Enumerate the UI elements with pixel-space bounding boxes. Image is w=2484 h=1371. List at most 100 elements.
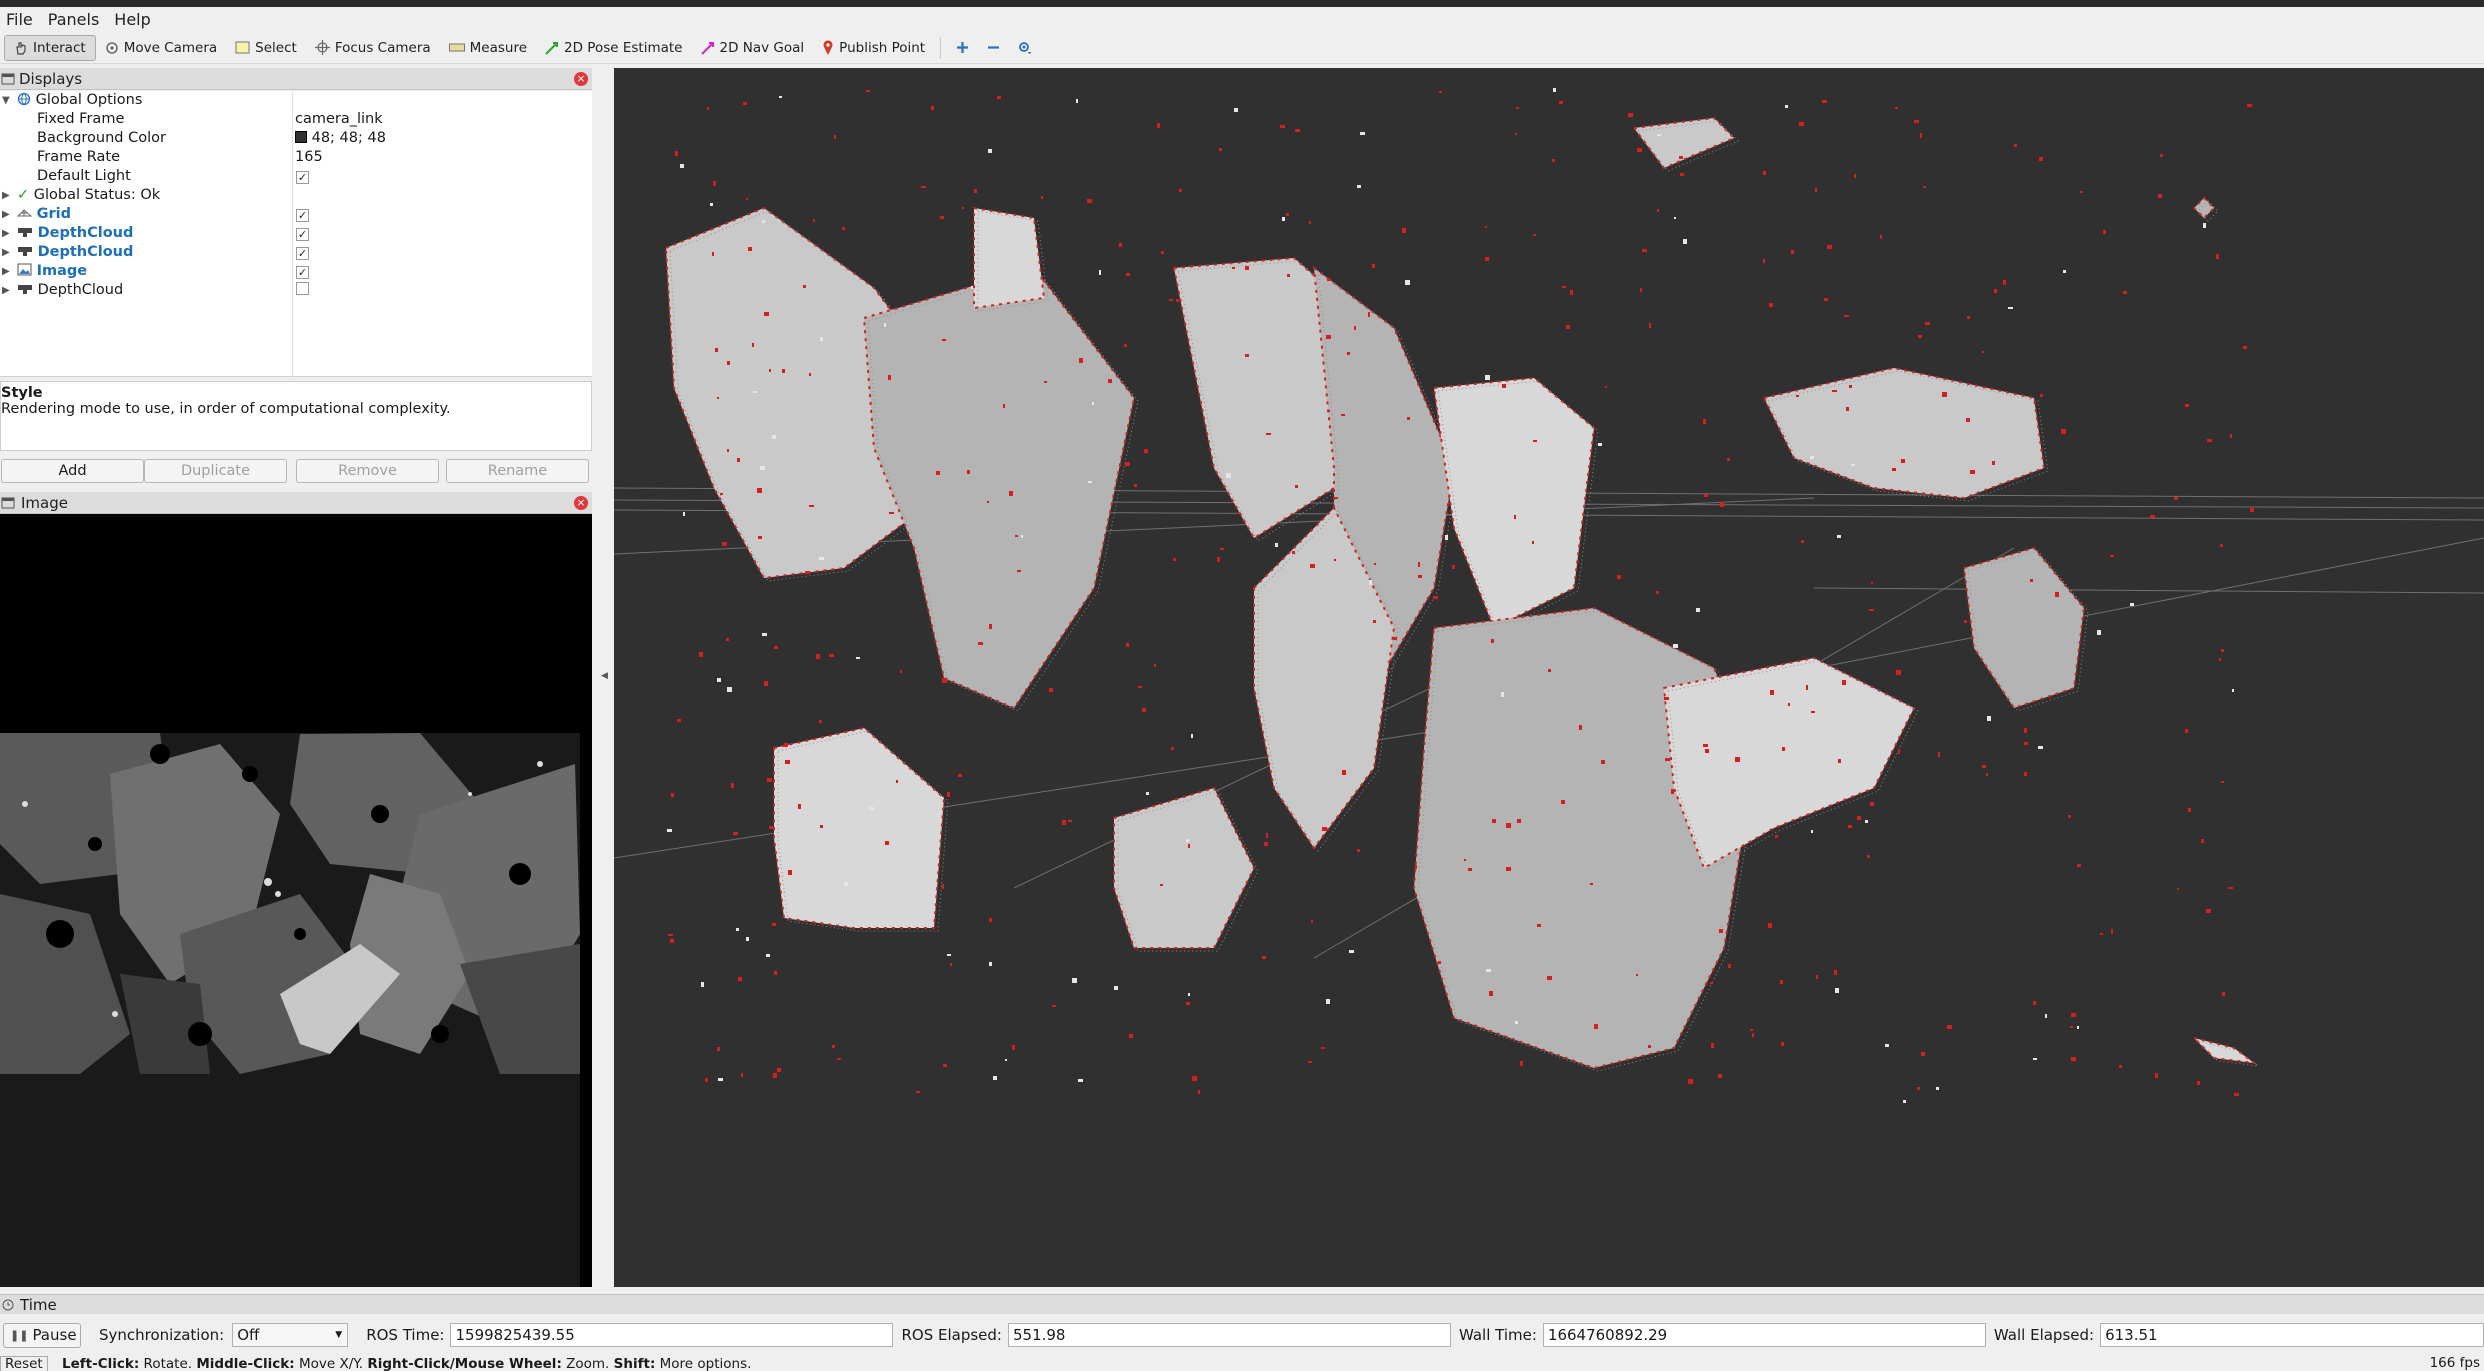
add-button[interactable]: Add (1, 459, 144, 483)
select-tool-button[interactable]: Select (226, 35, 306, 61)
depth-image (0, 733, 580, 1289)
default-light-checkbox[interactable]: ✓ (296, 171, 309, 184)
cloud-point (888, 375, 891, 380)
cloud-point (727, 449, 729, 452)
menu-panels[interactable]: Panels (42, 10, 109, 29)
cloud-point (1501, 692, 1504, 697)
cloud-point (2061, 429, 2066, 434)
cloud-point (2070, 1026, 2073, 1028)
depthcloud-checkbox[interactable]: ✓ (296, 228, 309, 241)
depthcloud-checkbox[interactable]: ✓ (296, 247, 309, 260)
pose-estimate-tool-button[interactable]: 2D Pose Estimate (536, 35, 691, 61)
cloud-point (997, 96, 1001, 99)
cloud-point (837, 1058, 841, 1060)
depthcloud-checkbox-unchecked[interactable] (296, 282, 309, 295)
collapsed-arrow-icon[interactable]: ▶ (2, 243, 10, 262)
collapse-arrow-icon[interactable]: ◀ (601, 671, 608, 681)
cloud-point (834, 135, 836, 139)
remove-button[interactable]: Remove (296, 459, 439, 483)
cloud-point (1502, 384, 1506, 388)
menu-bar: File Panels Help (0, 7, 2484, 32)
cloud-point (1559, 101, 1563, 104)
tree-row-grid[interactable]: ▶ Grid ✓ (0, 205, 592, 224)
cloud-point (1372, 264, 1375, 268)
cloud-point (1418, 575, 1422, 578)
collapsed-arrow-icon[interactable]: ▶ (2, 224, 10, 243)
rename-button[interactable]: Rename (446, 459, 589, 483)
close-image-icon[interactable]: × (574, 496, 588, 510)
tree-row-depthcloud-3[interactable]: ▶ DepthCloud (0, 281, 592, 300)
cloud-point (829, 654, 834, 657)
cloud-point (819, 720, 822, 723)
image-checkbox[interactable]: ✓ (296, 266, 309, 279)
collapsed-arrow-icon[interactable]: ▶ (2, 281, 10, 300)
ros-elapsed-field[interactable]: 551.98 (1007, 1323, 1451, 1347)
point-cloud-patch (2190, 1036, 2258, 1065)
expanded-arrow-icon[interactable]: ▼ (2, 91, 10, 110)
cloud-point (2150, 515, 2155, 518)
move-camera-tool-button[interactable]: Move Camera (96, 35, 226, 61)
add-tool-button[interactable] (947, 35, 978, 61)
tree-row-default-light[interactable]: Default Light ✓ (0, 167, 592, 186)
tree-row-global-options[interactable]: ▼ Global Options (0, 91, 592, 110)
frame-rate-value[interactable]: 165 (295, 148, 323, 167)
shift-hint: More options. (659, 1356, 752, 1371)
collapsed-arrow-icon[interactable]: ▶ (2, 205, 10, 224)
nav-goal-tool-button[interactable]: 2D Nav Goal (692, 35, 814, 61)
cloud-point (1321, 1047, 1325, 1049)
cloud-point (1735, 757, 1740, 762)
collapsed-arrow-icon[interactable]: ▶ (2, 262, 10, 281)
menu-file[interactable]: File (0, 10, 42, 29)
reset-button[interactable]: Reset (0, 1356, 48, 1371)
dropdown-arrow-icon: ▼ (335, 1330, 343, 1340)
cloud-point (942, 339, 946, 341)
cloud-point (1310, 564, 1315, 568)
tree-row-background-color[interactable]: Background Color 48; 48; 48 (0, 129, 592, 148)
tree-row-fixed-frame[interactable]: Fixed Frame camera_link (0, 110, 592, 129)
depthcloud-display-label: DepthCloud (37, 244, 134, 260)
cloud-point (1191, 734, 1193, 738)
wall-elapsed-field[interactable]: 613.51 (2100, 1323, 2484, 1347)
collapsed-arrow-icon[interactable]: ▶ (2, 186, 10, 205)
tool-properties-button[interactable] (1009, 35, 1041, 61)
cloud-point (1275, 543, 1278, 547)
cloud-point (717, 678, 721, 682)
grid-checkbox[interactable]: ✓ (296, 209, 309, 222)
render-3d-view[interactable] (614, 68, 2484, 1287)
cloud-point (2110, 555, 2114, 557)
duplicate-button[interactable]: Duplicate (144, 459, 287, 483)
color-swatch[interactable] (295, 131, 307, 143)
interact-tool-button[interactable]: Interact (4, 34, 96, 61)
ros-time-field[interactable]: 1599825439.55 (450, 1323, 894, 1347)
cloud-point (753, 391, 757, 393)
remove-tool-button[interactable] (978, 35, 1009, 61)
cloud-point (1438, 961, 1441, 964)
cloud-point (1781, 1042, 1784, 1046)
cloud-point (1078, 1079, 1083, 1082)
sync-select[interactable]: Off ▼ (232, 1323, 349, 1347)
cloud-point (931, 106, 934, 110)
green-arrow-icon (545, 41, 559, 55)
menu-help[interactable]: Help (108, 10, 159, 29)
cloud-point (1994, 289, 1997, 293)
cloud-point (1806, 685, 1808, 690)
measure-tool-button[interactable]: Measure (440, 35, 536, 61)
cloud-point (1360, 132, 1365, 135)
tree-row-image[interactable]: ▶ Image ✓ (0, 262, 592, 281)
tree-row-depthcloud-2[interactable]: ▶ DepthCloud ✓ (0, 243, 592, 262)
tree-row-global-status[interactable]: ▶ ✓ Global Status: Ok (0, 186, 592, 205)
wall-time-field[interactable]: 1664760892.29 (1542, 1323, 1986, 1347)
tree-row-depthcloud-1[interactable]: ▶ DepthCloud ✓ (0, 224, 592, 243)
close-displays-icon[interactable]: × (574, 72, 588, 86)
cloud-point (1703, 419, 1706, 424)
cloud-point (819, 557, 824, 560)
tree-row-frame-rate[interactable]: Frame Rate 165 (0, 148, 592, 167)
pause-button[interactable]: ❚❚ Pause (3, 1322, 81, 1348)
panel-splitter[interactable]: ◀ (596, 66, 612, 1288)
publish-point-tool-button[interactable]: Publish Point (813, 35, 934, 61)
cloud-point (1514, 515, 1516, 519)
displays-title: Displays (19, 69, 83, 88)
focus-camera-tool-button[interactable]: Focus Camera (306, 35, 440, 61)
fixed-frame-value[interactable]: camera_link (295, 110, 383, 129)
cloud-point (844, 882, 848, 886)
